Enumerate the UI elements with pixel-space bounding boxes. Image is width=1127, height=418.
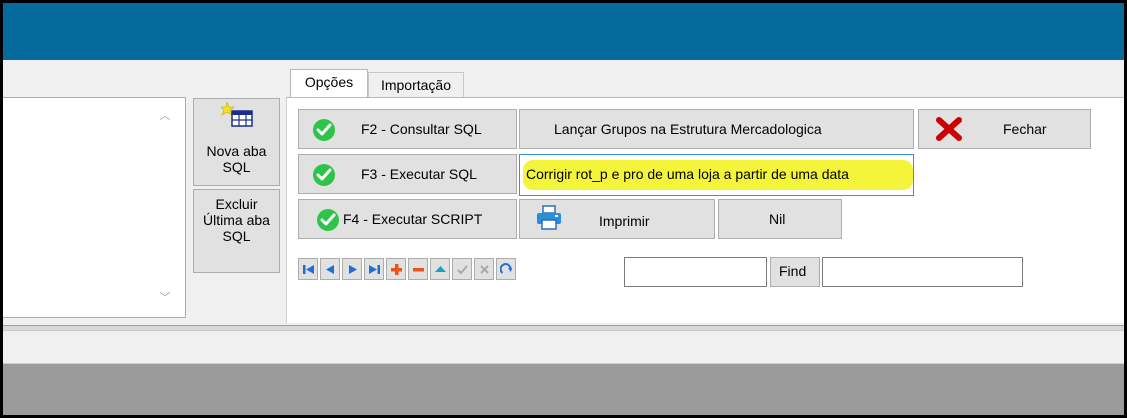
refresh-icon[interactable] (496, 258, 516, 280)
delete-tab-text-2: Última aba (203, 212, 270, 228)
delete-last-tab-button[interactable]: Excluir Última aba SQL (193, 189, 280, 273)
executar-script-label: F4 - Executar SCRIPT (343, 211, 483, 227)
first-icon[interactable] (298, 258, 318, 280)
edit-icon[interactable] (430, 258, 450, 280)
app-window: ︿ ﹀ Nova aba SQL Excluir Última aba SQL … (3, 3, 1124, 415)
corrigir-rot-label: Corrigir rot_p e pro de uma loja a parti… (526, 166, 849, 182)
delete-icon[interactable] (408, 258, 428, 280)
delete-last-tab-label: Excluir Última aba SQL (194, 196, 279, 244)
sql-editor[interactable]: ︿ ﹀ (3, 97, 186, 318)
prior-icon[interactable] (320, 258, 340, 280)
bottom-area (3, 364, 1124, 415)
executar-sql-button[interactable]: F3 - Executar SQL (298, 154, 517, 194)
lancar-grupos-button[interactable]: Lançar Grupos na Estrutura Mercadologica (519, 109, 914, 149)
lancar-grupos-label: Lançar Grupos na Estrutura Mercadologica (554, 121, 822, 137)
new-table-icon (221, 102, 253, 127)
title-bar (3, 3, 1124, 60)
close-icon (936, 117, 962, 141)
fechar-button[interactable]: Fechar (918, 109, 1091, 149)
printer-icon (537, 205, 561, 230)
status-bar (3, 331, 1124, 364)
nil-button[interactable]: Nil (718, 199, 842, 239)
executar-sql-label: F3 - Executar SQL (361, 166, 477, 182)
last-icon[interactable] (364, 258, 384, 280)
delete-tab-text-3: SQL (222, 228, 251, 244)
find-label: Find (779, 263, 807, 279)
find-button[interactable]: Find (770, 257, 820, 287)
corrigir-rot-button[interactable]: Corrigir rot_p e pro de uma loja a parti… (519, 154, 914, 196)
consultar-sql-button[interactable]: F2 - Consultar SQL (298, 109, 517, 149)
new-sql-tab-button[interactable]: Nova aba SQL (193, 98, 280, 186)
post-icon[interactable] (452, 258, 472, 280)
imprimir-label: Imprimir (599, 213, 650, 229)
new-tab-text-2: SQL (222, 159, 251, 175)
new-tab-text-1: Nova aba (206, 143, 267, 159)
scroll-up-icon[interactable]: ︿ (157, 108, 173, 124)
check-icon (313, 119, 335, 141)
locate-input[interactable] (624, 257, 767, 287)
tab-opcoes[interactable]: Opções (290, 69, 368, 98)
check-icon (313, 164, 335, 186)
nil-label: Nil (769, 211, 786, 227)
cancel-icon[interactable] (474, 258, 494, 280)
delete-tab-text-1: Excluir (215, 196, 258, 212)
consultar-sql-label: F2 - Consultar SQL (361, 121, 482, 137)
new-sql-tab-label: Nova aba SQL (194, 143, 279, 175)
scroll-down-icon[interactable]: ﹀ (157, 290, 173, 306)
insert-icon[interactable] (386, 258, 406, 280)
search-input[interactable] (822, 257, 1023, 287)
fechar-label: Fechar (1003, 121, 1047, 137)
executar-script-button[interactable]: F4 - Executar SCRIPT (298, 199, 517, 239)
tab-importacao[interactable]: Importação (368, 72, 464, 97)
check-icon (317, 209, 339, 231)
imprimir-button[interactable]: Imprimir (519, 199, 715, 239)
next-icon[interactable] (342, 258, 362, 280)
